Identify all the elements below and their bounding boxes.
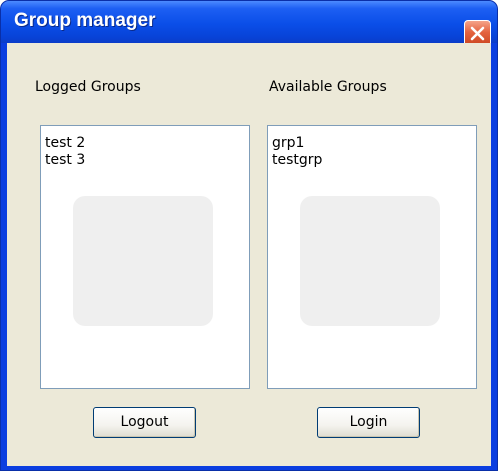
- available-groups-label: Available Groups: [269, 79, 387, 95]
- dialog-client-area: Logged Groups Available Groups test 2 te…: [7, 43, 491, 466]
- list-item[interactable]: test 2: [41, 135, 249, 152]
- watermark-icon: [73, 196, 213, 326]
- window-title: Group manager: [14, 10, 156, 31]
- list-item[interactable]: grp1: [268, 135, 476, 152]
- available-groups-listbox[interactable]: grp1 testgrp: [267, 125, 477, 389]
- close-icon: [470, 26, 485, 41]
- list-item[interactable]: test 3: [41, 152, 249, 169]
- list-item[interactable]: testgrp: [268, 152, 476, 169]
- group-manager-window: Group manager Logged Groups Available Gr…: [0, 0, 498, 471]
- title-bar[interactable]: Group manager: [1, 1, 497, 47]
- logged-groups-listbox[interactable]: test 2 test 3: [40, 125, 250, 389]
- login-button[interactable]: Login: [317, 407, 420, 438]
- logged-groups-label: Logged Groups: [35, 79, 141, 95]
- available-groups-items: grp1 testgrp: [268, 135, 476, 169]
- logged-groups-items: test 2 test 3: [41, 135, 249, 169]
- watermark-icon: [300, 196, 440, 326]
- logout-button[interactable]: Logout: [93, 407, 196, 438]
